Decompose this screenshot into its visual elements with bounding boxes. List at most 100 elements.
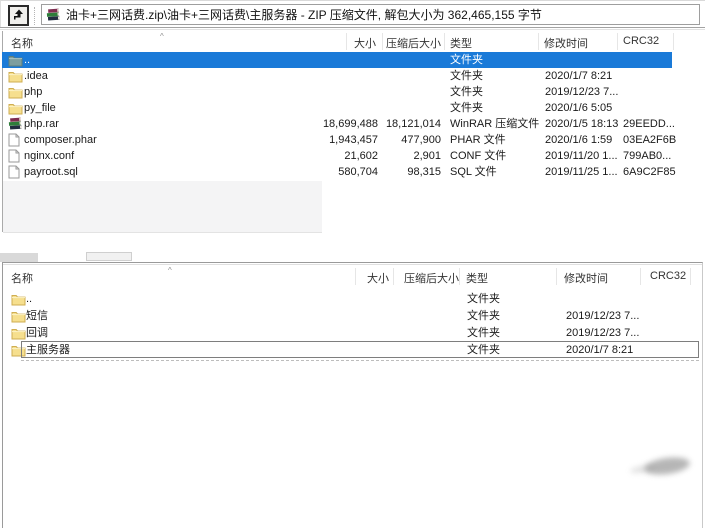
cell-packed-size	[347, 68, 441, 84]
cell-packed-size	[361, 325, 459, 341]
cell-name: ..	[24, 54, 31, 66]
column-divider[interactable]	[459, 268, 460, 285]
table-row[interactable]: .. 文件夹	[2, 52, 703, 68]
folder-icon	[8, 69, 24, 83]
cell-modified	[545, 52, 625, 68]
generic-file-icon	[8, 165, 24, 179]
cell-type: 文件夹	[467, 327, 500, 339]
column-divider[interactable]	[355, 268, 356, 285]
list-empty-area	[3, 181, 322, 233]
column-divider[interactable]	[640, 268, 641, 285]
cell-name: 回调	[26, 327, 48, 339]
cell-name: py_file	[24, 102, 56, 114]
focused-row-outline	[21, 341, 699, 358]
column-header-row: 名称 大小 压缩后大小 类型 修改时间 CRC32	[3, 31, 703, 52]
toolbar-separator	[34, 7, 35, 25]
table-row[interactable]: php 文件夹 2019/12/23 7...	[2, 84, 703, 100]
winrar-books-icon	[46, 8, 61, 22]
cell-name: 短信	[26, 310, 48, 322]
cell-packed-size: 2,901	[413, 150, 441, 162]
cell-type: PHAR 文件	[450, 134, 506, 146]
cell-type: 文件夹	[450, 86, 483, 98]
table-row[interactable]: nginx.conf 21,602 2,901 CONF 文件 2019/11/20 1…	[2, 148, 703, 164]
generic-file-icon	[8, 149, 24, 163]
cell-name: ..	[26, 293, 33, 305]
cell-packed-size	[361, 308, 459, 324]
table-row[interactable]: 回调 文件夹 2019/12/23 7...	[5, 325, 705, 342]
folder-icon	[8, 101, 24, 115]
column-divider[interactable]	[673, 33, 674, 50]
screenshot-artifact	[0, 253, 38, 262]
table-row[interactable]: payroot.sql 580,704 98,315 SQL 文件 2019/11/25…	[2, 164, 703, 180]
column-header-packed-size[interactable]: 压缩后大小	[346, 35, 441, 51]
column-divider[interactable]	[538, 33, 539, 50]
table-row[interactable]: php.rar 18,699,488 18,121,014 WinRAR 压缩文件 20…	[2, 116, 703, 132]
address-bar[interactable]: 油卡+三网话费.zip\油卡+三网话费\主服务器 - ZIP 压缩文件, 解包大…	[41, 4, 700, 25]
cell-type: 文件夹	[450, 54, 483, 66]
cell-modified: 2020/1/5 18:13	[545, 118, 619, 130]
column-header-type[interactable]: 类型	[466, 270, 556, 286]
up-arrow-icon	[12, 8, 25, 24]
column-header-type[interactable]: 类型	[450, 35, 540, 51]
screenshot-artifact	[86, 252, 132, 261]
table-row[interactable]: composer.phar 1,943,457 477,900 PHAR 文件 2020…	[2, 132, 703, 148]
column-header-modified[interactable]: 修改时间	[564, 270, 644, 286]
cell-name: nginx.conf	[24, 150, 75, 162]
table-row[interactable]: 短信 文件夹 2019/12/23 7...	[5, 308, 705, 325]
column-divider[interactable]	[617, 33, 618, 50]
column-header-packed-size[interactable]: 压缩后大小	[359, 270, 459, 286]
column-divider[interactable]	[346, 33, 347, 50]
column-divider[interactable]	[690, 268, 691, 285]
column-header-name[interactable]: 名称	[11, 35, 131, 51]
folder-icon	[8, 85, 24, 99]
winrar-window-bottom: 名称 大小 压缩后大小 类型 修改时间 CRC32 ^ .. 文件夹 短信 文件夹 2019/12…	[2, 262, 703, 528]
column-divider[interactable]	[393, 268, 394, 285]
window-border-highlight	[3, 264, 702, 265]
screenshot-root: 油卡+三网话费.zip\油卡+三网话费\主服务器 - ZIP 压缩文件, 解包大…	[0, 0, 705, 528]
cell-modified: 2020/1/7 8:21	[545, 70, 613, 82]
cell-crc32: 03EA2F6B	[623, 134, 677, 146]
table-row[interactable]: .idea 文件夹 2020/1/7 8:21	[2, 68, 703, 84]
cell-modified: 2020/1/6 5:05	[545, 102, 613, 114]
toolbar-divider-light	[0, 29, 705, 30]
cell-packed-size: 18,121,014	[385, 118, 441, 130]
column-header-crc32[interactable]: CRC32	[623, 35, 673, 47]
cell-type: 文件夹	[450, 102, 483, 114]
cell-type: SQL 文件	[450, 166, 497, 178]
cell-packed-size: 477,900	[401, 134, 441, 146]
cell-crc32	[648, 308, 703, 324]
cell-name: payroot.sql	[24, 166, 78, 178]
cell-crc32: 29EEDD...	[623, 118, 675, 130]
cell-crc32: 799AB0...	[623, 150, 672, 162]
cell-crc32	[623, 84, 678, 100]
toolbar-divider	[0, 27, 705, 28]
generic-file-icon	[8, 133, 24, 147]
column-header-modified[interactable]: 修改时间	[544, 35, 624, 51]
table-row[interactable]: .. 文件夹	[5, 291, 705, 308]
cell-packed-size: 98,315	[407, 166, 441, 178]
cell-name: composer.phar	[24, 134, 97, 146]
cell-crc32	[648, 325, 703, 341]
cell-modified: 2019/12/23 7...	[545, 86, 619, 98]
column-divider[interactable]	[382, 33, 383, 50]
folder-icon	[11, 292, 27, 306]
column-header-crc32[interactable]: CRC32	[650, 270, 700, 282]
cell-packed-size	[347, 52, 441, 68]
folder-icon	[11, 309, 27, 323]
cell-modified: 2019/12/23 7...	[566, 327, 640, 339]
sort-ascending-indicator: ^	[160, 32, 164, 41]
column-header-name[interactable]: 名称	[11, 270, 131, 286]
column-divider[interactable]	[556, 268, 557, 285]
archive-path-text: 油卡+三网话费.zip\油卡+三网话费\主服务器 - ZIP 压缩文件, 解包大…	[66, 8, 542, 22]
table-row[interactable]: py_file 文件夹 2020/1/6 5:05	[2, 100, 703, 116]
up-one-level-button[interactable]	[8, 5, 29, 26]
column-divider[interactable]	[444, 33, 445, 50]
cell-packed-size	[361, 291, 459, 307]
sort-ascending-indicator: ^	[168, 266, 172, 275]
cell-type: 文件夹	[467, 310, 500, 322]
cell-name: php	[24, 86, 43, 98]
cell-modified	[566, 291, 646, 307]
cell-type: 文件夹	[467, 293, 500, 305]
folder-up-icon	[8, 53, 24, 67]
cell-name: php.rar	[24, 118, 59, 130]
